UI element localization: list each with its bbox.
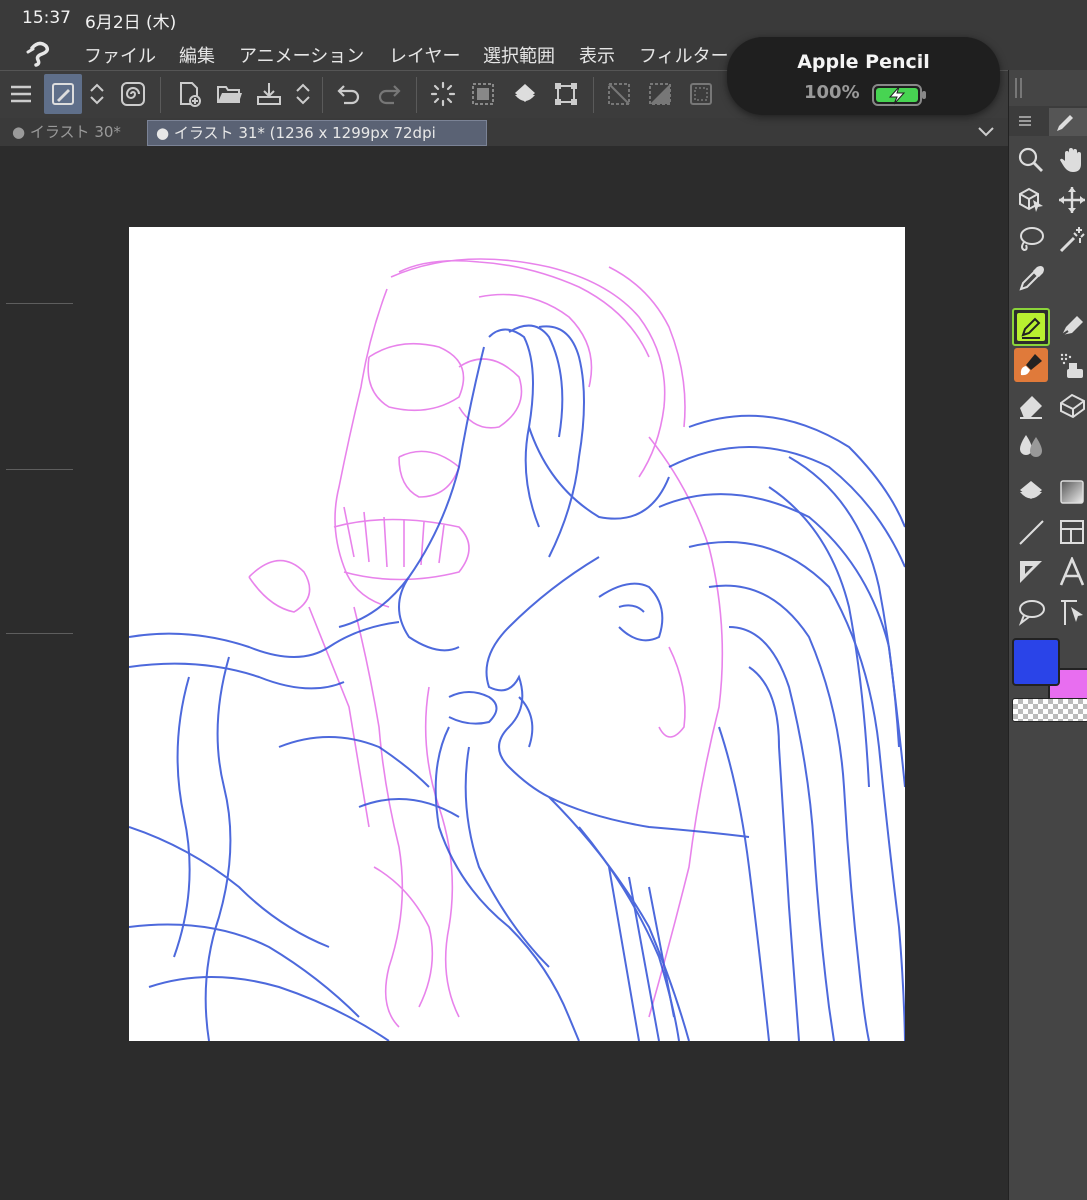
triangle-ruler-icon[interactable] bbox=[1014, 555, 1048, 589]
pencil-tab-icon bbox=[1057, 115, 1073, 131]
canvas[interactable] bbox=[128, 227, 906, 1042]
clip-studio-logo-icon[interactable] bbox=[24, 38, 54, 68]
speech-bubble-icon[interactable] bbox=[1014, 595, 1048, 629]
status-bar: 15:37 6月2日 (木) bbox=[0, 0, 1087, 36]
gradient-icon[interactable] bbox=[1055, 475, 1087, 509]
sketch-drawing bbox=[128, 258, 906, 1042]
move-icon[interactable] bbox=[1055, 183, 1087, 217]
quick-access-icon[interactable] bbox=[44, 74, 82, 114]
pencil-battery-percent: 100% bbox=[804, 82, 860, 103]
new-canvas-icon[interactable] bbox=[172, 77, 206, 111]
redo-icon[interactable] bbox=[372, 77, 406, 111]
brush-icon[interactable] bbox=[1014, 348, 1048, 382]
menu-icon[interactable] bbox=[4, 77, 38, 111]
object-select-icon[interactable] bbox=[1014, 183, 1048, 217]
menu-filter[interactable]: フィルター bbox=[639, 42, 729, 68]
marker-icon[interactable] bbox=[1055, 308, 1087, 342]
updown-icon[interactable] bbox=[84, 77, 110, 111]
magic-wand-icon[interactable] bbox=[1055, 222, 1087, 256]
skull-sketch bbox=[248, 258, 724, 1028]
pen-icon[interactable] bbox=[1012, 308, 1050, 346]
updown-icon-2[interactable] bbox=[290, 77, 316, 111]
chevron-down-icon[interactable] bbox=[976, 122, 996, 142]
tab-label: イラスト 30* bbox=[29, 123, 121, 141]
save-icon[interactable] bbox=[252, 77, 286, 111]
menu-view[interactable]: 表示 bbox=[579, 42, 615, 68]
main-color-swatch[interactable] bbox=[1012, 638, 1060, 686]
select-all-icon[interactable] bbox=[466, 77, 500, 111]
hand-icon[interactable] bbox=[1055, 143, 1087, 177]
open-folder-icon[interactable] bbox=[212, 77, 246, 111]
text-icon[interactable] bbox=[1055, 555, 1087, 589]
transparent-color-swatch[interactable] bbox=[1012, 698, 1087, 722]
correct-line-icon[interactable] bbox=[1055, 595, 1087, 629]
apple-pencil-battery-hud: Apple Pencil 100% bbox=[727, 37, 1000, 115]
menu-layer[interactable]: レイヤー bbox=[389, 42, 460, 68]
undo-icon[interactable] bbox=[332, 77, 366, 111]
invert-select-icon[interactable] bbox=[643, 77, 677, 111]
spiral-icon[interactable] bbox=[116, 77, 150, 111]
frame-icon[interactable] bbox=[1055, 515, 1087, 549]
line-icon[interactable] bbox=[1014, 515, 1048, 549]
menu-selection[interactable]: 選択範囲 bbox=[483, 42, 555, 68]
zoom-icon[interactable] bbox=[1014, 143, 1048, 177]
fill-bucket-icon[interactable] bbox=[1014, 475, 1048, 509]
tab-illust-30[interactable]: ● イラスト 30* bbox=[4, 120, 129, 144]
pencil-title: Apple Pencil bbox=[797, 51, 930, 73]
palette-menu-icon[interactable] bbox=[1017, 113, 1033, 129]
tab-illust-31[interactable]: ● イラスト 31* (1236 x 1299px 72dpi 85.8%) bbox=[147, 120, 487, 166]
battery-charging-icon bbox=[872, 84, 926, 106]
tool-palette-header bbox=[1009, 106, 1087, 136]
eraser-block-icon[interactable] bbox=[1055, 388, 1087, 422]
menu-edit[interactable]: 編集 bbox=[179, 42, 215, 68]
status-time: 15:37 bbox=[22, 8, 71, 28]
fill-icon[interactable] bbox=[508, 77, 542, 111]
transform-icon[interactable] bbox=[549, 77, 583, 111]
tool-tab-pen[interactable] bbox=[1049, 108, 1087, 136]
status-date: 6月2日 (木) bbox=[85, 13, 177, 33]
airbrush-icon[interactable] bbox=[1055, 348, 1087, 382]
lasso-icon[interactable] bbox=[1014, 222, 1048, 256]
deselect-icon[interactable] bbox=[602, 77, 636, 111]
figure-sketch bbox=[128, 324, 906, 1042]
loading-icon[interactable] bbox=[426, 77, 460, 111]
menu-file[interactable]: ファイル bbox=[84, 42, 156, 68]
selection-frame-icon[interactable] bbox=[684, 77, 718, 111]
eraser-icon[interactable] bbox=[1014, 388, 1048, 422]
blend-icon[interactable] bbox=[1014, 428, 1048, 462]
eyedropper-icon[interactable] bbox=[1014, 262, 1048, 296]
document-tabs: ● イラスト 30* ● イラスト 31* (1236 x 1299px 72d… bbox=[0, 118, 1008, 166]
menu-animation[interactable]: アニメーション bbox=[239, 42, 364, 68]
drag-handle-icon[interactable] bbox=[1013, 76, 1025, 100]
